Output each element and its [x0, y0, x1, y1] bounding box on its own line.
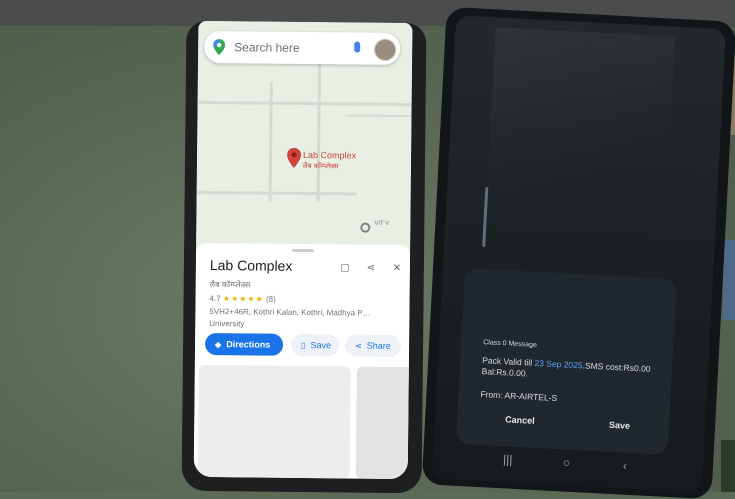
cancel-button[interactable]: Cancel	[505, 414, 535, 426]
drag-handle[interactable]	[292, 248, 315, 253]
background-object	[721, 440, 735, 492]
save-label: Save	[310, 340, 332, 351]
review-count[interactable]: (8)	[266, 295, 276, 304]
place-photo[interactable]	[355, 366, 409, 480]
share-label: Share	[366, 340, 391, 351]
place-subtitle: लैब कॉम्प्लेक्स	[209, 280, 251, 290]
map-road	[268, 81, 273, 202]
map-road	[197, 100, 412, 107]
map-label: VIT V	[374, 220, 390, 227]
save-button[interactable]: Save	[609, 420, 631, 431]
marker-label: Lab Complex	[303, 149, 357, 161]
map-road	[316, 62, 322, 203]
directions-icon: ◆	[215, 339, 222, 349]
location-pin-icon[interactable]	[287, 147, 302, 173]
sheet-actions: ▢ ⋖ ✕	[332, 262, 410, 274]
place-category: University	[209, 319, 245, 329]
bookmark-icon[interactable]: ▢	[332, 262, 358, 273]
directions-button[interactable]: ◆ Directions	[204, 332, 284, 356]
maps-logo-icon	[213, 39, 226, 60]
search-bar[interactable]: Search here	[204, 30, 401, 65]
rating-row: 4.7 ★★★★★ (8)	[210, 294, 276, 304]
dialog-body: Pack Valid till 23 Sep 2025.SMS cost:Rs0…	[481, 355, 652, 386]
background-object	[723, 240, 735, 320]
close-icon[interactable]: ✕	[384, 263, 410, 274]
map-road	[196, 190, 357, 196]
maps-screen: Search here Lab Complex लैब कॉम्प्लेक्स …	[193, 20, 413, 480]
bookmark-icon: ▯	[301, 340, 306, 350]
left-phone: Search here Lab Complex लैब कॉम्प्लेक्स …	[181, 20, 427, 494]
share-icon[interactable]: ⋖	[358, 263, 384, 274]
search-input[interactable]: Search here	[234, 40, 300, 55]
right-phone-screen: Class 0 Message Pack Valid till 23 Sep 2…	[431, 15, 726, 493]
class0-message-dialog: Class 0 Message Pack Valid till 23 Sep 2…	[455, 268, 677, 455]
valid-date-link[interactable]: 23 Sep 2025	[534, 358, 583, 371]
place-address: 5VH2+46R, Kothri Kalan, Kothri, Madhya P…	[209, 307, 371, 318]
place-photo[interactable]	[197, 364, 351, 479]
share-icon: ⋖	[355, 341, 362, 351]
screen-glare	[483, 27, 676, 277]
place-sheet: Lab Complex ▢ ⋖ ✕ लैब कॉम्प्लेक्स 4.7 ★★★★…	[193, 242, 411, 480]
marker-sublabel: लैब कॉम्प्लेक्स	[302, 162, 339, 171]
recents-icon[interactable]: |||	[503, 452, 513, 466]
rating-value: 4.7	[209, 294, 221, 304]
share-button[interactable]: ⋖ Share	[344, 334, 402, 358]
dialog-from: From: AR-AIRTEL-S	[480, 389, 558, 404]
right-phone: Class 0 Message Pack Valid till 23 Sep 2…	[421, 6, 735, 499]
home-icon[interactable]: ○	[563, 455, 571, 469]
rating-stars: ★★★★★	[222, 294, 264, 304]
save-button[interactable]: ▯ Save	[290, 333, 340, 357]
avatar[interactable]	[374, 38, 397, 61]
directions-label: Directions	[226, 339, 271, 350]
back-icon[interactable]: ‹	[623, 459, 628, 473]
poi-icon[interactable]	[360, 222, 371, 233]
mic-icon[interactable]	[354, 41, 361, 53]
map-view[interactable]: Search here Lab Complex लैब कॉम्प्लेक्स …	[196, 20, 413, 246]
dialog-title: Class 0 Message	[482, 339, 537, 349]
map-road	[347, 114, 412, 118]
place-title: Lab Complex	[209, 257, 293, 274]
